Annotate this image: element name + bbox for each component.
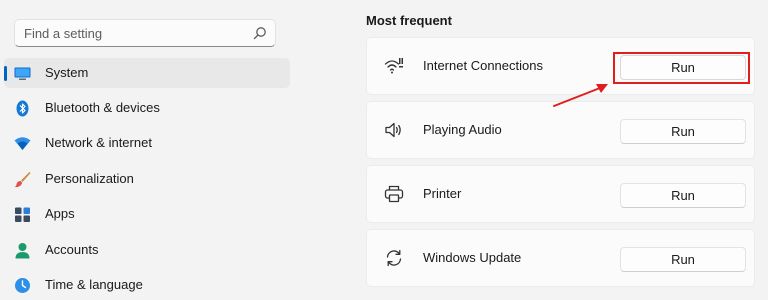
troubleshooter-label: Playing Audio [423,122,502,137]
sidebar-item-network[interactable]: Network & internet [4,128,290,158]
search-icon[interactable] [253,26,267,40]
sidebar-item-label: Personalization [45,171,134,186]
wifi-icon [14,137,31,150]
troubleshooter-card-internet: Internet Connections Run [366,37,755,95]
run-internet-button[interactable]: Run [620,55,746,80]
sidebar-item-label: Bluetooth & devices [45,100,160,115]
troubleshooter-card-printer: Printer Run [366,165,755,223]
search-box[interactable] [14,19,276,47]
sidebar-item-time-language[interactable]: Time & language [4,270,290,300]
sidebar-item-bluetooth[interactable]: Bluetooth & devices [4,93,290,123]
active-indicator [4,66,7,81]
search-input[interactable] [24,24,244,42]
apps-grid-icon [15,207,30,222]
run-printer-button[interactable]: Run [620,183,746,208]
person-icon [15,243,30,259]
run-audio-button[interactable]: Run [620,119,746,144]
speaker-icon [385,122,401,138]
troubleshooter-card-windows-update: Windows Update Run [366,229,755,287]
section-title: Most frequent [366,13,452,28]
sidebar-item-label: Time & language [45,277,143,292]
sidebar-item-label: Network & internet [45,135,152,150]
sidebar: System Bluetooth & devices Network & int… [0,0,300,300]
printer-icon [384,185,404,203]
troubleshooter-label: Windows Update [423,250,522,265]
bluetooth-icon [16,100,29,117]
run-windows-update-button[interactable]: Run [620,247,746,272]
sidebar-item-accounts[interactable]: Accounts [4,235,290,265]
sidebar-item-personalization[interactable]: Personalization [4,164,290,194]
troubleshooter-label: Internet Connections [423,58,543,73]
wifi-signal-icon [384,58,403,74]
sidebar-item-apps[interactable]: Apps [4,199,290,229]
globe-clock-icon [15,278,30,293]
sync-icon [386,249,402,267]
troubleshooter-label: Printer [423,186,462,201]
sidebar-item-label: System [45,65,89,80]
sidebar-item-label: Accounts [45,242,99,257]
sidebar-item-system[interactable]: System [4,58,290,88]
sidebar-item-label: Apps [45,206,75,221]
monitor-icon [14,67,31,80]
paintbrush-icon [14,172,31,188]
troubleshooter-card-audio: Playing Audio Run [366,101,755,159]
